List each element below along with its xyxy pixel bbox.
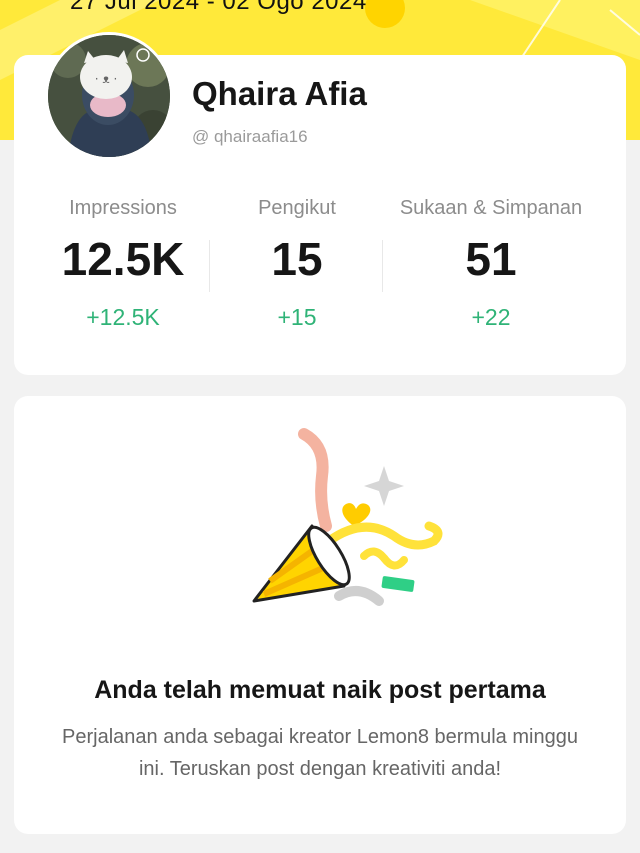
avatar[interactable]: · ᴥ · [48, 35, 170, 157]
stat-value: 12.5K [61, 233, 185, 285]
post-description: Perjalanan anda sebagai kreator Lemon8 b… [62, 726, 578, 780]
stat-delta: +22 [471, 304, 511, 330]
stat-label: Pengikut [258, 197, 336, 219]
sparkle-icon [364, 466, 404, 506]
stat-divider [382, 240, 383, 292]
post-title: Anda telah memuat naik post pertama [94, 676, 546, 704]
user-handle: @ qhairaafia16 [192, 127, 308, 146]
svg-text:· ᴥ ·: · ᴥ · [95, 72, 118, 86]
date-range: 27 Jul 2024 - 02 Ogo 2024 [70, 0, 367, 15]
stat-delta: +15 [277, 304, 317, 330]
party-popper-icon [252, 428, 443, 606]
stat-label: Impressions [69, 197, 177, 219]
first-post-card: Anda telah memuat naik post pertama Perj… [14, 396, 626, 834]
stat-followers: Pengikut 15 +15 [228, 197, 366, 331]
stat-value: 51 [465, 233, 517, 285]
user-name: Qhaira Afia [192, 75, 367, 112]
stat-impressions: Impressions 12.5K +12.5K [40, 197, 206, 331]
stat-likes-saves: Sukaan & Simpanan 51 +22 [388, 197, 594, 331]
stat-value: 15 [271, 233, 323, 285]
stat-label: Sukaan & Simpanan [399, 197, 583, 219]
stat-divider [209, 240, 210, 292]
profile-stats-card: · ᴥ · Qhaira Afia @ qhairaafia16 Impress… [14, 35, 626, 375]
stat-delta: +12.5K [86, 304, 160, 330]
